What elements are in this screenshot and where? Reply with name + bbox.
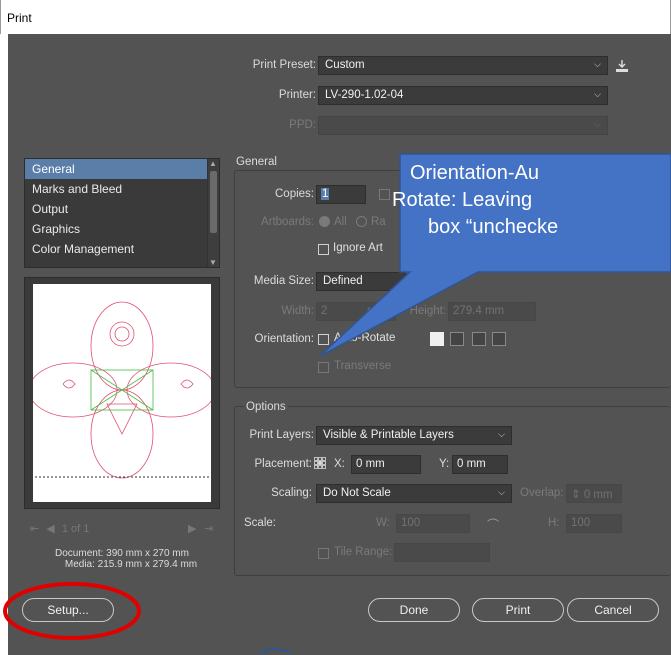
scaling-value: Do Not Scale — [323, 487, 391, 499]
placement-label: Placement: — [254, 458, 312, 470]
scaling-label: Scaling: — [271, 487, 312, 499]
chevron-down-icon: ⌵ — [594, 119, 601, 129]
link-icon: ⌒ — [487, 518, 500, 532]
document-value: 390 mm x 270 mm — [106, 548, 189, 559]
page-navigator: ⇤ ◀ 1 of 1 ▶ ⇥ — [30, 522, 220, 536]
printer-select[interactable]: LV-290-1.02-04 ⌵ — [318, 86, 608, 105]
done-button[interactable]: Done — [368, 598, 460, 622]
tile-range-label: Tile Range: — [334, 546, 393, 558]
print-preset-label: Print Preset: — [252, 59, 316, 71]
sidebar-item-general[interactable]: General — [25, 159, 219, 179]
window-titlebar: Print — [0, 0, 671, 34]
w-label: W: — [376, 517, 390, 529]
overlap-value: 0 mm — [583, 489, 613, 501]
y-input[interactable]: 0 mm — [452, 455, 508, 474]
w-value: 100 — [401, 517, 421, 529]
tile-range-checkbox — [318, 548, 329, 559]
overlap-label: Overlap: — [520, 487, 564, 499]
callout-text: Orientation-Au Rotate: Leaving box “unch… — [392, 160, 671, 241]
page-indicator: 1 of 1 — [61, 523, 90, 535]
media-value: 215.9 mm x 279.4 mm — [97, 559, 198, 570]
scroll-up-icon[interactable]: ▲ — [209, 159, 217, 168]
callout-line-1: Orientation-Au — [410, 162, 539, 184]
chevron-down-icon: ⌵ — [498, 429, 505, 439]
preview-page — [28, 284, 216, 502]
scrollbar-thumb[interactable] — [210, 171, 217, 233]
sidebar-item-color-management[interactable]: Color Management — [25, 239, 219, 259]
tile-range-input — [394, 543, 490, 562]
media-label: Media: — [64, 559, 95, 570]
sidebar-item-graphics[interactable]: Graphics — [25, 219, 219, 239]
h-value: 100 — [571, 517, 591, 529]
scaling-select[interactable]: Do Not Scale ⌵ — [316, 484, 512, 503]
list-scrollbar[interactable]: ▲ ▼ — [207, 159, 219, 267]
setup-highlight-ellipse — [3, 582, 141, 640]
document-info: Document: 390 mm x 270 mm Media: 215.9 m… — [24, 548, 220, 570]
document-label: Document: — [55, 548, 104, 559]
x-input[interactable]: 0 mm — [351, 455, 421, 474]
chevron-down-icon: ⌵ — [594, 89, 601, 99]
print-layers-label: Print Layers: — [249, 429, 314, 441]
placement-grid-icon[interactable] — [314, 457, 326, 469]
chevron-down-icon: ⌵ — [594, 59, 601, 69]
x-label: X: — [334, 458, 345, 470]
chevron-down-icon: ⌵ — [498, 487, 505, 497]
sidebar-item-marks-and-bleed[interactable]: Marks and Bleed — [25, 179, 219, 199]
save-preset-icon[interactable] — [614, 58, 630, 74]
cancel-button[interactable]: Cancel — [567, 598, 659, 622]
ppd-label: PPD: — [289, 119, 316, 131]
first-page-icon[interactable]: ⇤ — [30, 523, 39, 535]
y-label: Y: — [439, 458, 450, 470]
options-section-title: Options — [244, 401, 288, 413]
window-title: Print — [7, 11, 32, 25]
sidebar-item-output[interactable]: Output — [25, 199, 219, 219]
scroll-down-icon[interactable]: ▼ — [209, 258, 217, 267]
callout-line-2: Rotate: Leaving — [392, 189, 533, 211]
print-button[interactable]: Print — [472, 598, 564, 622]
stepper-icon: ⇕ — [571, 489, 581, 501]
scale-label: Scale: — [244, 517, 276, 529]
callout-line-3: box “unchecke — [428, 216, 559, 238]
print-preset-value: Custom — [325, 59, 365, 71]
overlap-input: ⇕ 0 mm — [566, 484, 622, 503]
print-preview — [24, 277, 220, 509]
h-label: H: — [548, 517, 560, 529]
last-page-icon[interactable]: ⇥ — [204, 522, 213, 535]
artwork-preview — [28, 301, 216, 479]
next-page-icon[interactable]: ▶ — [188, 522, 196, 535]
printer-value: LV-290-1.02-04 — [325, 89, 404, 101]
print-preset-select[interactable]: Custom ⌵ — [318, 56, 608, 75]
ppd-select: ⌵ — [318, 116, 608, 135]
bottom-arrow-mark — [259, 646, 293, 655]
scale-width-input: 100 — [396, 514, 470, 533]
scale-height-input: 100 — [566, 514, 622, 533]
printer-label: Printer: — [278, 89, 316, 101]
category-list[interactable]: General Marks and Bleed Output Graphics … — [24, 158, 220, 268]
prev-page-icon[interactable]: ◀ — [46, 523, 54, 535]
y-value: 0 mm — [457, 458, 486, 470]
print-layers-value: Visible & Printable Layers — [323, 429, 454, 441]
x-value: 0 mm — [356, 458, 385, 470]
print-layers-select[interactable]: Visible & Printable Layers ⌵ — [316, 426, 512, 445]
general-section-title: General — [236, 156, 277, 168]
